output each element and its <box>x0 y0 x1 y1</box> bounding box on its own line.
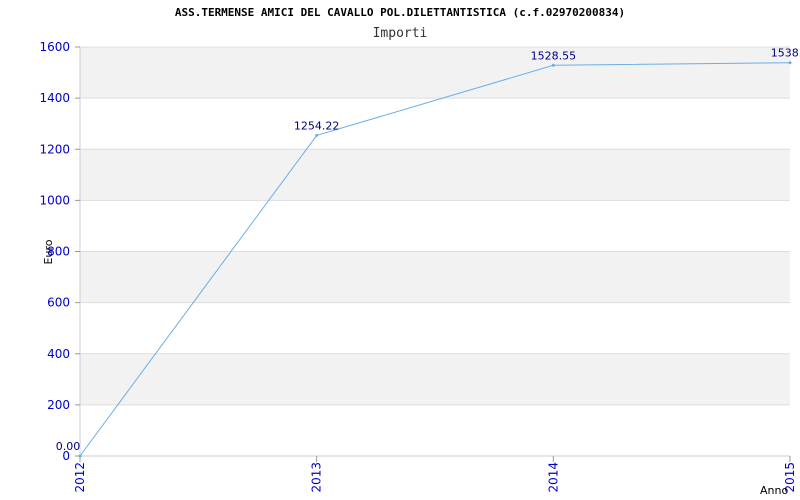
data-point <box>788 61 792 65</box>
x-tick-label: 2013 <box>310 462 324 493</box>
data-point <box>315 133 319 137</box>
chart-subtitle: Importi <box>373 26 428 41</box>
y-tick-label: 1200 <box>39 142 70 156</box>
y-tick-label: 200 <box>47 398 70 412</box>
y-axis-label: Euro <box>42 239 55 264</box>
chart-title: ASS.TERMENSE AMICI DEL CAVALLO POL.DILET… <box>175 6 625 19</box>
plot-band <box>80 353 790 405</box>
plot-band <box>80 149 790 201</box>
data-label: 1528.55 <box>531 49 577 62</box>
data-label: 0.00 <box>56 440 81 453</box>
y-tick-label: 600 <box>47 296 70 310</box>
data-point <box>551 63 555 67</box>
x-axis-ticks: 2012 2013 2014 2015 <box>73 456 797 493</box>
x-tick-label: 2012 <box>73 462 87 493</box>
y-tick-label: 1400 <box>39 91 70 105</box>
plot-band <box>80 47 790 99</box>
y-tick-label: 1600 <box>39 40 70 54</box>
plot-band <box>80 302 790 354</box>
line-chart: 02004006008001000120014001600 2012 2013 20… <box>39 6 800 497</box>
chart-container: 0 200 400 600 800 1000 1200 1400 1600 2012 2013 20… <box>0 0 800 500</box>
x-axis-label: Anno <box>760 484 788 497</box>
y-tick-label: 400 <box>47 347 70 361</box>
data-label: 1254.22 <box>294 119 340 132</box>
data-label: 1538.4 <box>771 47 800 60</box>
plot-band <box>80 251 790 303</box>
y-tick-label: 1000 <box>39 193 70 207</box>
x-tick-label: 2014 <box>546 462 560 493</box>
plot-band <box>80 98 790 150</box>
plot-band <box>80 404 790 456</box>
plot-band <box>80 200 790 252</box>
data-point <box>78 454 82 458</box>
